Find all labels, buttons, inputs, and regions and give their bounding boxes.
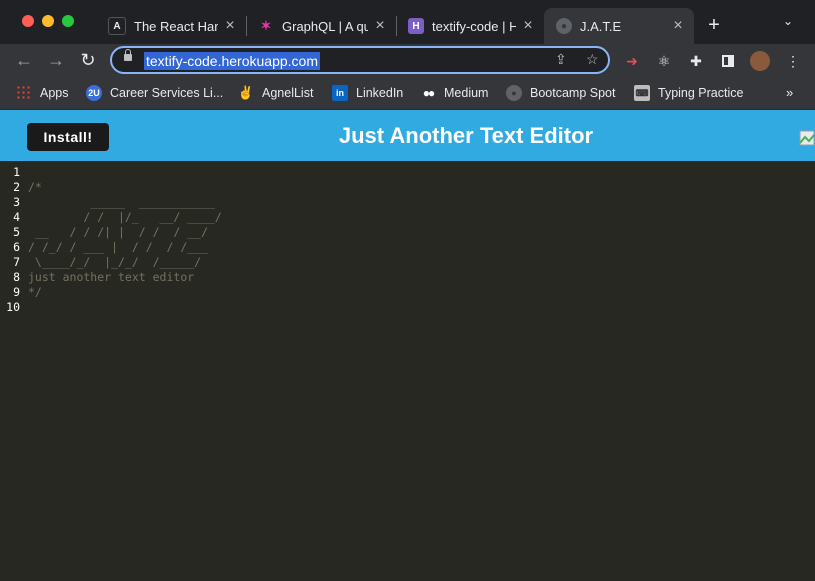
line-number: 10 — [6, 300, 20, 314]
zoom-window-button[interactable] — [62, 15, 74, 27]
globe-icon: ● — [556, 18, 572, 34]
editor-line[interactable]: 6 / /_/ / ___ | / / / /___ — [0, 240, 222, 255]
lock-icon — [124, 49, 132, 61]
editor-line[interactable]: 5 __ / / /| | / / / __/ — [0, 225, 222, 240]
bookmark-career-services[interactable]: 2U Career Services Li... — [86, 83, 223, 103]
extension-arrow-icon[interactable]: ➜ — [622, 51, 642, 71]
peace-hand-icon: ✌ — [237, 85, 255, 100]
share-icon[interactable]: ⇪ — [555, 51, 567, 68]
bookmark-label: AgnelList — [262, 86, 314, 100]
editor-content[interactable]: 1 2/* 3 _____ ___________ 4 / / |/_ __/ ___… — [0, 165, 222, 315]
close-icon[interactable]: × — [222, 17, 238, 35]
tab-heroku[interactable]: H textify-code | H × — [396, 8, 544, 44]
code-editor[interactable]: 1 2/* 3 _____ ___________ 4 / / |/_ __/ ___… — [0, 161, 815, 581]
browser-toolbar: ← → ↻ textify-code.herokuapp.com ⇪ ☆ ➜ ⚛… — [0, 44, 815, 77]
editor-line[interactable]: 4 / / |/_ __/ ____/ — [0, 210, 222, 225]
graphql-icon: ✶ — [260, 18, 272, 33]
line-text[interactable]: / /_/ / ___ | / / / /___ — [28, 240, 208, 255]
medium-icon: ●● — [422, 86, 436, 100]
editor-line[interactable]: 3 _____ ___________ — [0, 195, 222, 210]
apps-grid-icon — [16, 85, 32, 101]
line-number: 9 — [13, 285, 20, 299]
tab-jate[interactable]: ● J.A.T.E × — [544, 8, 694, 44]
bookmark-apps[interactable]: Apps — [16, 83, 69, 103]
bookmark-label: Medium — [444, 86, 489, 100]
bookmark-star-icon[interactable]: ☆ — [586, 51, 599, 68]
react-icon: A — [108, 17, 126, 35]
close-window-button[interactable] — [22, 15, 34, 27]
sidebar-icon[interactable] — [718, 51, 738, 71]
heroku-icon: H — [408, 18, 424, 34]
line-text[interactable]: just another text editor — [28, 270, 194, 285]
tab-react-handbook[interactable]: A The React Hand × — [96, 8, 246, 44]
keyboard-icon: ⌨ — [634, 85, 650, 101]
linkedin-icon: in — [332, 85, 348, 101]
bookmark-label: Career Services Li... — [110, 86, 224, 100]
editor-line[interactable]: 1 — [0, 165, 222, 180]
line-text[interactable]: */ — [28, 285, 42, 300]
tab-title: GraphQL | A qu — [282, 18, 368, 34]
minimize-window-button[interactable] — [42, 15, 54, 27]
line-number: 4 — [13, 210, 20, 224]
bookmark-label: Apps — [40, 86, 69, 100]
address-bar[interactable]: textify-code.herokuapp.com ⇪ ☆ — [110, 46, 610, 74]
tab-graphql[interactable]: ✶ GraphQL | A qu × — [246, 8, 396, 44]
line-number: 1 — [13, 165, 20, 179]
new-tab-button[interactable]: + — [704, 14, 724, 37]
tab-title: textify-code | H — [432, 18, 516, 34]
tab-title: The React Hand — [134, 18, 218, 34]
line-number: 6 — [13, 240, 20, 254]
profile-avatar[interactable] — [750, 51, 770, 71]
close-icon[interactable]: × — [670, 17, 686, 35]
close-icon[interactable]: × — [520, 17, 536, 35]
line-number: 8 — [13, 270, 20, 284]
bookmark-label: LinkedIn — [356, 86, 404, 100]
back-button[interactable]: ← — [12, 48, 36, 72]
broken-image-icon — [799, 130, 815, 146]
line-text[interactable]: __ / / /| | / / / __/ — [28, 225, 208, 240]
forward-button[interactable]: → — [44, 48, 68, 72]
tab-search-chevron-icon[interactable]: ⌄ — [783, 14, 793, 28]
bookmark-label: Typing Practice — [658, 86, 744, 100]
editor-line[interactable]: 9 */ — [0, 285, 222, 300]
editor-line[interactable]: 2 /* — [0, 180, 222, 195]
bookmark-bootcamp-spot[interactable]: ● Bootcamp Spot — [506, 83, 615, 103]
bookmark-linkedin[interactable]: in LinkedIn — [332, 83, 403, 103]
bookmark-label: Bootcamp Spot — [530, 86, 616, 100]
line-text[interactable]: /* — [28, 180, 42, 195]
bookmarks-bar: Apps 2U Career Services Li... ✌ AgnelLis… — [0, 77, 815, 110]
app-header: Install! Just Another Text Editor — [0, 110, 815, 161]
line-number: 5 — [13, 225, 20, 239]
reload-button[interactable]: ↻ — [76, 48, 100, 72]
line-text[interactable]: _____ ___________ — [28, 195, 215, 210]
bookmark-agnellist[interactable]: ✌ AgnelList — [237, 83, 314, 103]
extensions-puzzle-icon[interactable]: ✚ — [686, 51, 706, 71]
bookmarks-overflow-button[interactable]: » — [786, 85, 793, 100]
bookmark-typing-practice[interactable]: ⌨ Typing Practice — [634, 83, 743, 103]
editor-line[interactable]: 10 — [0, 300, 222, 315]
page-title: Just Another Text Editor — [338, 123, 594, 148]
line-number: 7 — [13, 255, 20, 269]
tab-title: J.A.T.E — [580, 18, 622, 34]
editor-line[interactable]: 8 just another text editor — [0, 270, 222, 285]
line-number: 3 — [13, 195, 20, 209]
menu-kebab-icon[interactable]: ⋮ — [783, 51, 803, 71]
close-icon[interactable]: × — [372, 17, 388, 35]
line-text[interactable]: \____/_/ |_/_/ /_____/ — [28, 255, 201, 270]
react-devtools-icon[interactable]: ⚛ — [654, 51, 674, 71]
tab-strip: A The React Hand × ✶ GraphQL | A qu × H … — [0, 0, 815, 44]
bookmark-medium[interactable]: ●● Medium — [420, 83, 489, 103]
2u-icon: 2U — [86, 85, 102, 101]
line-number: 2 — [13, 180, 20, 194]
url-text[interactable]: textify-code.herokuapp.com — [144, 52, 320, 70]
line-text[interactable]: / / |/_ __/ ____/ — [28, 210, 222, 225]
globe-icon: ● — [506, 85, 522, 101]
editor-line[interactable]: 7 \____/_/ |_/_/ /_____/ — [0, 255, 222, 270]
